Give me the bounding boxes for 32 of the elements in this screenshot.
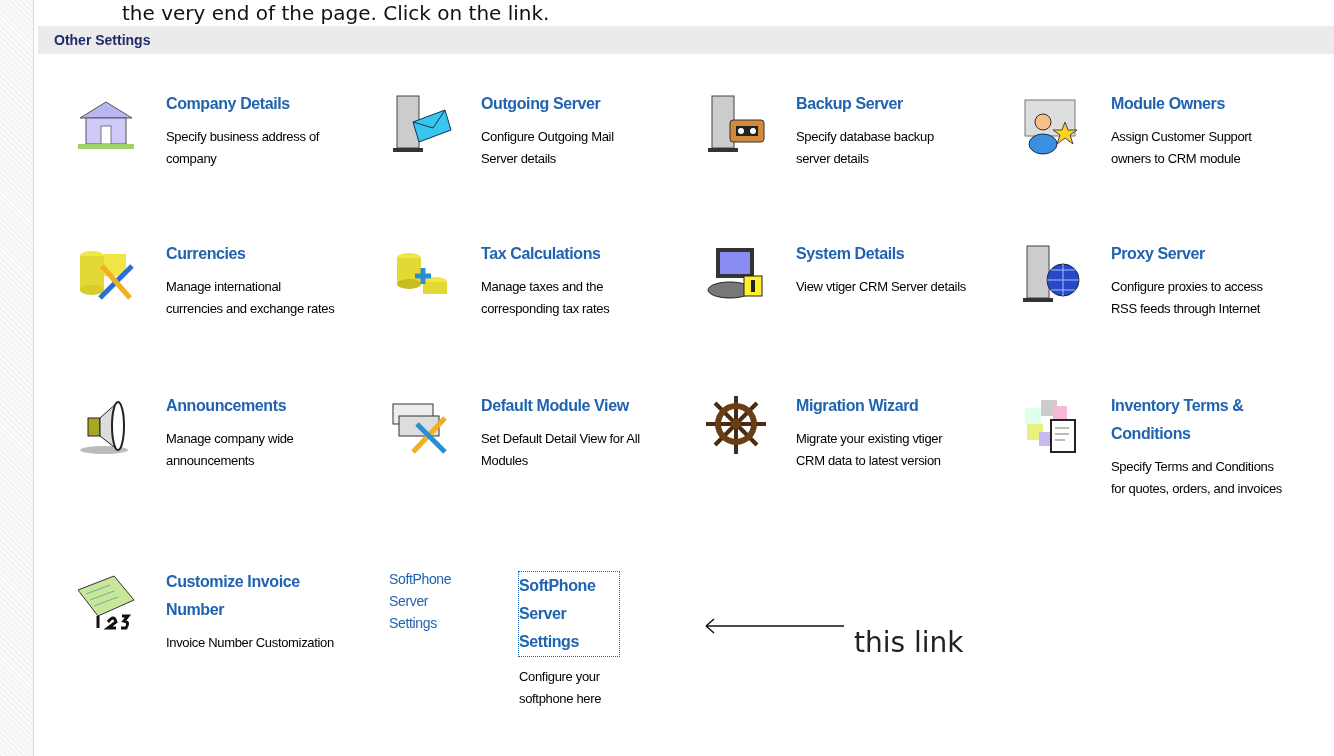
setting-description: Specify business address of company [166,128,321,168]
setting-link[interactable]: Outgoing Server [481,90,653,118]
annotation-text: this link [854,626,964,660]
setting-description: Configure your softphone here [519,668,603,708]
setting-link[interactable]: Company Details [166,90,338,118]
setting-description: Configure Outgoing Mail Server details [481,128,615,168]
setting-description: Migrate your existing vtiger CRM data to latest version [796,430,944,470]
caption-text: the very end of the page. Click on the link. [121,0,551,26]
setting-description: View vtiger CRM Server details [796,278,967,296]
setting-link[interactable]: Customize Invoice Number [166,568,338,624]
softphone-link[interactable]: SoftPhone Server Settings [389,568,469,634]
setting-link[interactable]: Module Owners [1111,90,1283,118]
setting-link[interactable]: Backup Server [796,90,968,118]
section-title: Other Settings [54,30,151,50]
setting-description: Invoice Number Customization [166,634,335,652]
setting-link[interactable]: Currencies [166,240,338,268]
setting-description: Manage international currencies and exchange rates [166,278,336,318]
setting-link[interactable]: Default Module View [481,392,653,420]
setting-link[interactable]: Inventory Terms & Conditions [1111,392,1283,448]
softphone-settings-link[interactable]: SoftPhone Server Settings [519,572,619,656]
setting-description: Manage company wide announcements [166,430,295,470]
setting-link[interactable]: System Details [796,240,968,268]
setting-description: Configure proxies to access RSS feeds through Internet [1111,278,1264,318]
setting-link[interactable]: Announcements [166,392,338,420]
setting-link[interactable]: Proxy Server [1111,240,1283,268]
setting-description: Set Default Detail View for All Modules [481,430,641,470]
setting-description: Specify Terms and Conditions for quotes, orders, and invoices [1111,458,1283,498]
setting-link[interactable]: Migration Wizard [796,392,968,420]
setting-description: Manage taxes and the corresponding tax rates [481,278,611,318]
setting-link[interactable]: Tax Calculations [481,240,653,268]
setting-description: Specify database backup server details [796,128,935,168]
setting-description: Assign Customer Support owners to CRM module [1111,128,1253,168]
